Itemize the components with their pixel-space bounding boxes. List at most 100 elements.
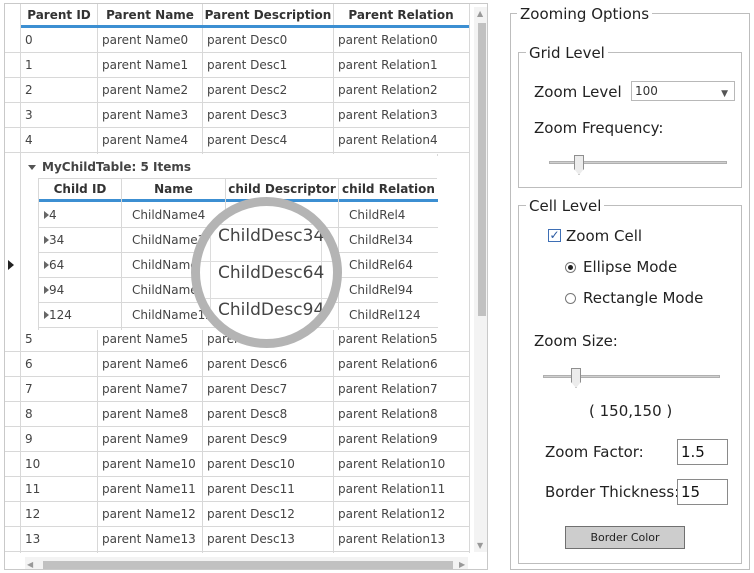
parent-description-cell[interactable]: parent Desc8 [203, 402, 333, 426]
chevron-down-icon[interactable]: ▼ [721, 85, 728, 103]
child-relation-cell[interactable]: ChildRel124 [345, 303, 444, 327]
table-row[interactable]: 2 parent Name2 parent Desc2 parent Relation… [5, 78, 469, 103]
parent-description-cell[interactable]: parent Desc1 [203, 53, 333, 77]
parent-name-cell[interactable]: parent Name0 [98, 28, 202, 52]
parent-name-cell[interactable]: parent Name7 [98, 377, 202, 401]
parent-relation-cell[interactable]: parent Relation7 [334, 377, 468, 401]
table-row[interactable]: 7 parent Name7 parent Desc7 parent Relation… [5, 377, 469, 402]
parent-relation-cell[interactable]: parent Relation12 [334, 502, 468, 526]
child-column-header-descriptor[interactable]: child Descriptor [226, 178, 338, 200]
child-relation-cell[interactable]: ChildRel64 [345, 253, 444, 277]
parent-relation-cell[interactable]: parent Relation8 [334, 402, 468, 426]
border-thickness-input[interactable]: 15 [677, 479, 728, 505]
column-header-parent-description[interactable]: Parent Description [203, 4, 333, 26]
zoom-level-combobox[interactable]: 100 ▼ [631, 81, 735, 101]
child-column-header-id[interactable]: Child ID [39, 178, 121, 200]
parent-name-cell[interactable]: parent Name2 [98, 78, 202, 102]
parent-description-cell[interactable]: parent Desc0 [203, 28, 333, 52]
parent-id-cell[interactable]: 7 [21, 377, 97, 401]
table-row[interactable]: 9 parent Name9 parent Desc9 parent Relation… [5, 427, 469, 452]
parent-relation-cell[interactable]: parent Relation4 [334, 128, 468, 152]
parent-relation-cell[interactable]: parent Relation1 [334, 53, 468, 77]
parent-description-cell[interactable]: parent Desc6 [203, 352, 333, 376]
parent-name-cell[interactable]: parent Name5 [98, 327, 202, 351]
parent-description-cell[interactable]: parent Desc12 [203, 502, 333, 526]
parent-relation-cell[interactable]: parent Relation2 [334, 78, 468, 102]
zoom-size-track[interactable] [543, 375, 720, 378]
parent-description-cell[interactable]: parent Desc2 [203, 78, 333, 102]
parent-id-cell[interactable]: 2 [21, 78, 97, 102]
border-color-button[interactable]: Border Color [565, 526, 685, 549]
parent-name-cell[interactable]: parent Name1 [98, 53, 202, 77]
horizontal-scrollbar-thumb[interactable] [43, 561, 453, 569]
child-relation-cell[interactable]: ChildRel4 [345, 203, 444, 227]
parent-name-cell[interactable]: parent Name12 [98, 502, 202, 526]
child-id-cell[interactable]: 94 [45, 278, 127, 302]
parent-name-cell[interactable]: parent Name8 [98, 402, 202, 426]
scroll-left-arrow-icon[interactable]: ◀ [27, 561, 33, 569]
collapse-chevron-icon[interactable] [28, 165, 36, 170]
table-row[interactable]: 11 parent Name11 parent Desc11 parent Relat… [5, 477, 469, 502]
parent-relation-cell[interactable]: parent Relation5 [334, 327, 468, 351]
parent-id-cell[interactable]: 4 [21, 128, 97, 152]
table-row[interactable]: 8 parent Name8 parent Desc8 parent Relation… [5, 402, 469, 427]
parent-id-cell[interactable]: 12 [21, 502, 97, 526]
table-row[interactable]: 13 parent Name13 parent Desc13 parent Relat… [5, 527, 469, 552]
parent-relation-cell[interactable]: parent Relation13 [334, 527, 468, 551]
parent-relation-cell[interactable]: parent Relation10 [334, 452, 468, 476]
parent-description-cell[interactable]: parent Desc13 [203, 527, 333, 551]
child-column-header-relation[interactable]: child Relation [339, 178, 438, 200]
zoom-factor-input[interactable]: 1.5 [677, 439, 728, 465]
child-id-cell[interactable]: 4 [45, 203, 127, 227]
parent-relation-cell[interactable]: parent Relation9 [334, 427, 468, 451]
scroll-down-arrow-icon[interactable]: ▼ [477, 542, 483, 550]
table-row[interactable]: 12 parent Name12 parent Desc12 parent Relat… [5, 502, 469, 527]
parent-id-cell[interactable]: 1 [21, 53, 97, 77]
scroll-right-arrow-icon[interactable]: ▶ [459, 561, 465, 569]
parent-id-cell[interactable]: 6 [21, 352, 97, 376]
parent-description-cell[interactable]: parent Desc4 [203, 128, 333, 152]
column-header-parent-relation[interactable]: Parent Relation [334, 4, 468, 26]
parent-description-cell[interactable]: parent Desc11 [203, 477, 333, 501]
table-row[interactable]: 4 parent Name4 parent Desc4 parent Relation… [5, 128, 469, 153]
child-column-header-name[interactable]: Name [122, 178, 225, 200]
column-header-parent-id[interactable]: Parent ID [21, 4, 97, 26]
column-header-parent-name[interactable]: Parent Name [98, 4, 202, 26]
rectangle-mode-radio[interactable] [565, 293, 576, 304]
parent-name-cell[interactable]: parent Name3 [98, 103, 202, 127]
table-row[interactable]: 6 parent Name6 parent Desc6 parent Relation… [5, 352, 469, 377]
parent-id-cell[interactable]: 11 [21, 477, 97, 501]
parent-id-cell[interactable]: 9 [21, 427, 97, 451]
parent-description-cell[interactable]: parent Desc10 [203, 452, 333, 476]
child-relation-cell[interactable]: ChildRel94 [345, 278, 444, 302]
table-row[interactable]: 10 parent Name10 parent Desc10 parent Relat… [5, 452, 469, 477]
parent-relation-cell[interactable]: parent Relation0 [334, 28, 468, 52]
parent-id-cell[interactable]: 13 [21, 527, 97, 551]
table-row[interactable]: 0 parent Name0 parent Desc0 parent Relation… [5, 28, 469, 53]
zoom-cell-checkbox[interactable]: ✓ [548, 229, 561, 242]
ellipse-mode-radio[interactable] [565, 262, 576, 273]
ellipse-mode-label[interactable]: Ellipse Mode [583, 258, 677, 276]
parent-relation-cell[interactable]: parent Relation3 [334, 103, 468, 127]
parent-id-cell[interactable]: 10 [21, 452, 97, 476]
scroll-up-arrow-icon[interactable]: ▲ [477, 10, 483, 18]
parent-name-cell[interactable]: parent Name13 [98, 527, 202, 551]
vertical-scrollbar-thumb[interactable] [478, 23, 486, 316]
parent-id-cell[interactable]: 3 [21, 103, 97, 127]
table-row[interactable]: 1 parent Name1 parent Desc1 parent Relation… [5, 53, 469, 78]
parent-name-cell[interactable]: parent Name10 [98, 452, 202, 476]
child-id-cell[interactable]: 34 [45, 228, 127, 252]
parent-id-cell[interactable]: 0 [21, 28, 97, 52]
zoom-cell-label[interactable]: Zoom Cell [566, 227, 642, 245]
parent-name-cell[interactable]: parent Name6 [98, 352, 202, 376]
child-relation-cell[interactable]: ChildRel34 [345, 228, 444, 252]
child-id-cell[interactable]: 64 [45, 253, 127, 277]
parent-relation-cell[interactable]: parent Relation6 [334, 352, 468, 376]
parent-name-cell[interactable]: parent Name4 [98, 128, 202, 152]
child-id-cell[interactable]: 124 [45, 303, 127, 327]
parent-description-cell[interactable]: parent Desc9 [203, 427, 333, 451]
parent-id-cell[interactable]: 5 [21, 327, 97, 351]
parent-id-cell[interactable]: 8 [21, 402, 97, 426]
parent-name-cell[interactable]: parent Name9 [98, 427, 202, 451]
table-row[interactable]: 3 parent Name3 parent Desc3 parent Relation… [5, 103, 469, 128]
